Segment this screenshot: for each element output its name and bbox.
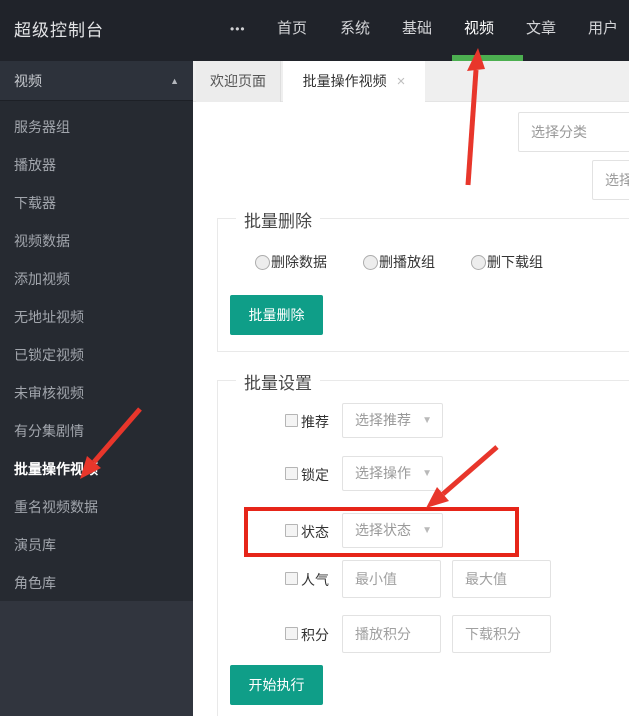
points-checkbox[interactable]: [285, 627, 298, 640]
sidebar-group-label: 视频: [14, 73, 42, 89]
sidebar-item-no-address-video[interactable]: 无地址视频: [0, 298, 193, 336]
recommend-select[interactable]: 选择推荐 ▼: [342, 403, 443, 438]
chevron-down-icon: ▼: [422, 404, 432, 437]
sidebar-item-player[interactable]: 播放器: [0, 146, 193, 184]
sidebar-menu-items: 服务器组 播放器 下载器 视频数据 添加视频 无地址视频 已锁定视频 未审核视频…: [0, 108, 193, 602]
select-placeholder: 选择推荐: [355, 404, 411, 437]
popularity-label: 人气: [301, 570, 329, 590]
chevron-down-icon: ▼: [422, 457, 432, 490]
nav-item-video[interactable]: 视频: [464, 0, 494, 58]
radio-label: 删下载组: [487, 252, 543, 272]
more-icon[interactable]: •••: [230, 0, 246, 58]
radio-icon: [471, 255, 486, 270]
secondary-select[interactable]: 选择: [592, 160, 629, 200]
tab-label: 批量操作视频: [303, 73, 387, 89]
top-navbar: 超级控制台 ••• 首页 系统 基础 视频 文章 用户: [0, 0, 629, 61]
download-points-input[interactable]: [452, 615, 551, 653]
radio-label: 删除数据: [271, 252, 327, 272]
sidebar-item-batch-operate-video[interactable]: 批量操作视频: [0, 450, 193, 488]
sidebar-item-role-library[interactable]: 角色库: [0, 564, 193, 602]
sidebar-item-add-video[interactable]: 添加视频: [0, 260, 193, 298]
close-icon[interactable]: ×: [397, 61, 406, 102]
app-logo: 超级控制台: [14, 0, 104, 61]
batch-delete-radio-row: 删除数据 删播放组 删下载组: [255, 252, 543, 272]
radio-delete-data[interactable]: 删除数据: [255, 252, 327, 272]
radio-icon: [363, 255, 378, 270]
nav-item-home[interactable]: 首页: [277, 0, 307, 58]
popularity-checkbox[interactable]: [285, 572, 298, 585]
points-label: 积分: [301, 625, 329, 645]
sidebar-item-duplicate-video-data[interactable]: 重名视频数据: [0, 488, 193, 526]
sidebar-menu-block: 视频 ▲ 服务器组 播放器 下载器 视频数据 添加视频 无地址视频 已锁定视频 …: [0, 61, 193, 601]
batch-delete-legend: 批量删除: [236, 207, 320, 232]
lock-select[interactable]: 选择操作 ▼: [342, 456, 443, 491]
popularity-min-input[interactable]: [342, 560, 441, 598]
sidebar-group-video[interactable]: 视频 ▲: [0, 61, 193, 101]
recommend-label: 推荐: [301, 412, 329, 432]
nav-item-article[interactable]: 文章: [526, 0, 556, 58]
sidebar-item-actor-library[interactable]: 演员库: [0, 526, 193, 564]
category-select[interactable]: 选择分类: [518, 112, 629, 152]
nav-item-system[interactable]: 系统: [340, 0, 370, 58]
tab-batch-operate-video[interactable]: 批量操作视频 ×: [283, 61, 425, 103]
radio-delete-download-group[interactable]: 删下载组: [471, 252, 543, 272]
sidebar-item-unreviewed-video[interactable]: 未审核视频: [0, 374, 193, 412]
radio-icon: [255, 255, 270, 270]
select-placeholder: 选择状态: [355, 514, 411, 547]
status-checkbox[interactable]: [285, 524, 298, 537]
nav-item-basic[interactable]: 基础: [402, 0, 432, 58]
status-select[interactable]: 选择状态 ▼: [342, 513, 443, 548]
category-select-placeholder: 选择分类: [531, 113, 587, 151]
app-window: 超级控制台 ••• 首页 系统 基础 视频 文章 用户 视频 ▲ 服务器组 播放…: [0, 0, 629, 716]
batch-delete-button[interactable]: 批量删除: [230, 295, 323, 335]
chevron-down-icon: ▼: [422, 514, 432, 547]
sidebar-item-episodes-plot[interactable]: 有分集剧情: [0, 412, 193, 450]
radio-label: 删播放组: [379, 252, 435, 272]
lock-label: 锁定: [301, 465, 329, 485]
radio-delete-play-group[interactable]: 删播放组: [363, 252, 435, 272]
recommend-checkbox[interactable]: [285, 414, 298, 427]
sidebar-item-video-data[interactable]: 视频数据: [0, 222, 193, 260]
nav-item-user[interactable]: 用户: [588, 0, 618, 58]
tab-welcome-page[interactable]: 欢迎页面: [196, 61, 281, 102]
select-placeholder: 选择操作: [355, 457, 411, 490]
status-label: 状态: [301, 522, 329, 542]
batch-settings-legend: 批量设置: [236, 369, 320, 394]
collapse-arrow-icon[interactable]: ▲: [170, 61, 179, 101]
popularity-max-input[interactable]: [452, 560, 551, 598]
play-points-input[interactable]: [342, 615, 441, 653]
start-execute-button[interactable]: 开始执行: [230, 665, 323, 705]
tab-bar: 欢迎页面 批量操作视频 ×: [193, 61, 629, 102]
secondary-select-placeholder: 选择: [605, 161, 629, 199]
lock-checkbox[interactable]: [285, 467, 298, 480]
sidebar-item-server-group[interactable]: 服务器组: [0, 108, 193, 146]
sidebar: 视频 ▲ 服务器组 播放器 下载器 视频数据 添加视频 无地址视频 已锁定视频 …: [0, 61, 193, 716]
sidebar-item-locked-video[interactable]: 已锁定视频: [0, 336, 193, 374]
sidebar-item-downloader[interactable]: 下载器: [0, 184, 193, 222]
